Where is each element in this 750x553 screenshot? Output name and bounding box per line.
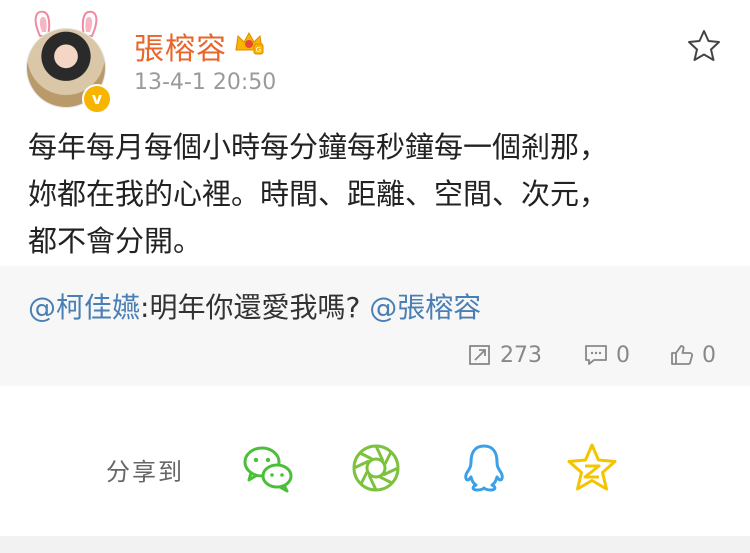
comment-count: 0 xyxy=(616,342,630,368)
mention-message: 明年你還愛我嗎? xyxy=(149,291,361,324)
repost-count: 273 xyxy=(500,342,542,368)
member-crown-icon: G xyxy=(235,31,264,55)
repost-icon xyxy=(469,345,490,365)
comment-icon xyxy=(585,345,607,365)
post-time: 13-4-1 20:50 xyxy=(134,70,277,95)
repost-button[interactable]: 273 xyxy=(468,342,542,368)
mention-line: @柯佳嬿:明年你還愛我嗎? @張榕容 xyxy=(28,286,481,326)
repost-panel[interactable]: @柯佳嬿:明年你還愛我嗎? @張榕容 273 0 0 xyxy=(0,266,750,386)
post-text: 每年每月每個小時每分鐘每秒鐘每一個剎那， 妳都在我的心裡。時間、距離、空間、次元… xyxy=(28,130,609,258)
mention-user-link[interactable]: @柯佳嬿 xyxy=(28,291,140,324)
author-name[interactable]: 張榕容 xyxy=(134,24,227,68)
qzone-icon[interactable] xyxy=(566,442,618,494)
weibo-post-card: v 張榕容 G 13-4-1 20:50 每年每月每個小時每分鐘每秒鐘每一個剎那… xyxy=(0,0,750,553)
thumbs-up-icon xyxy=(671,345,694,365)
verified-badge-icon: v xyxy=(82,84,112,114)
bottom-divider xyxy=(0,536,750,553)
like-button[interactable]: 0 xyxy=(670,342,716,368)
mention-author-link[interactable]: @張榕容 xyxy=(369,291,481,324)
favorite-star-icon[interactable] xyxy=(686,28,722,64)
wechat-icon[interactable] xyxy=(242,442,294,494)
like-count: 0 xyxy=(702,342,716,368)
avatar-block[interactable]: v xyxy=(22,8,114,114)
comment-button[interactable]: 0 xyxy=(584,342,630,368)
qq-icon[interactable] xyxy=(458,442,510,494)
svg-text:G: G xyxy=(256,46,261,54)
moments-icon[interactable] xyxy=(350,442,402,494)
share-label: 分享到 xyxy=(106,458,184,486)
